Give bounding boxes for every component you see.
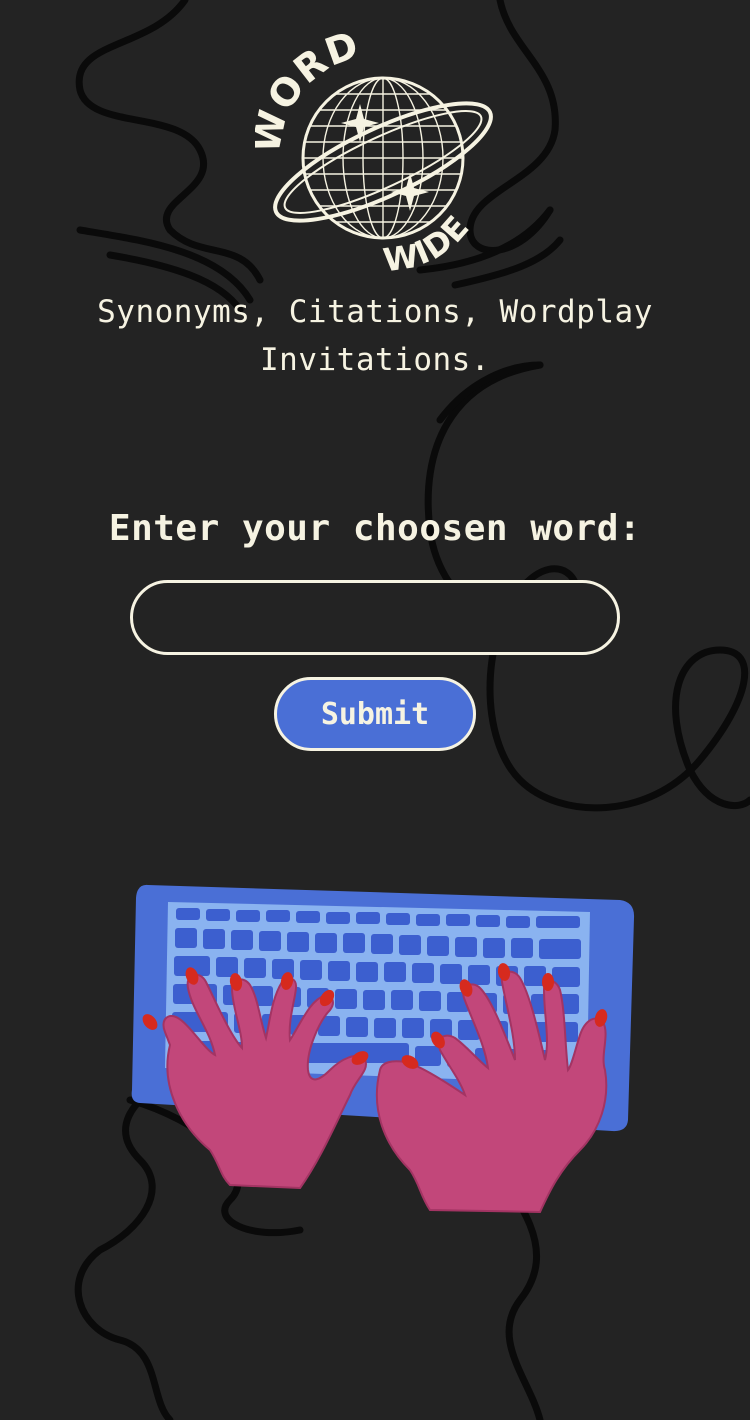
word-wide-logo: WORD WIDE xyxy=(255,30,493,280)
hands-typing-on-keyboard-icon xyxy=(131,884,635,1214)
tagline-line-1: Synonyms, Citations, Wordplay xyxy=(97,294,653,330)
tagline-line-2: Invitations. xyxy=(260,342,490,378)
word-prompt-label: Enter your choosen word: xyxy=(108,508,642,549)
submit-button[interactable]: Submit xyxy=(274,677,476,751)
tagline: Synonyms, Citations, Wordplay Invitation… xyxy=(0,288,750,384)
logo-wide-text: WIDE xyxy=(381,208,476,280)
word-input[interactable] xyxy=(130,580,620,655)
svg-text:WIDE: WIDE xyxy=(381,208,477,280)
